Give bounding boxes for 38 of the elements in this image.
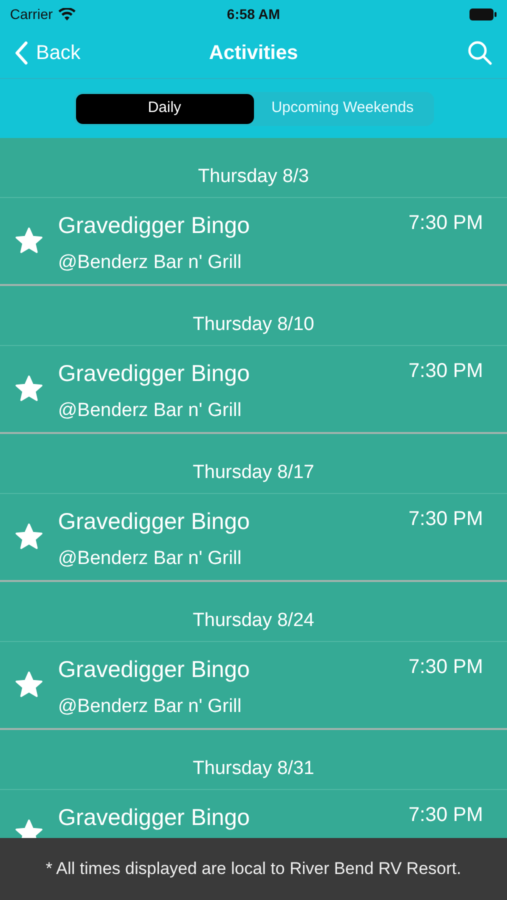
activity-venue: @Benderz Bar n' Grill [58, 546, 242, 570]
date-header: Thursday 8/24 [192, 608, 314, 632]
activity-time: 7:30 PM [408, 803, 483, 828]
activity-time: 7:30 PM [408, 359, 483, 384]
date-header: Thursday 8/17 [192, 460, 314, 484]
activity-row[interactable]: Gravedigger Bingo @Benderz Bar n' Grill 7:30 PM [0, 642, 507, 730]
date-header: Thursday 8/10 [192, 312, 314, 336]
activity-time: 7:30 PM [408, 211, 483, 236]
activity-row[interactable]: Gravedigger Bingo @Benderz Bar n' Grill 7:30 PM [0, 494, 507, 582]
segment-tab[interactable]: Daily [76, 94, 254, 124]
activity-title: Gravedigger Bingo [58, 507, 251, 536]
clock-time: 6:58 AM [226, 4, 280, 24]
date-header: Thursday 8/3 [198, 164, 309, 188]
activity-row[interactable]: Gravedigger Bingo @Benderz Bar n' Grill 7:30 PM [0, 198, 507, 286]
timezone-note: * All times displayed are local to River Bend RV Resort. [46, 858, 462, 880]
activity-title: Gravedigger Bingo [58, 803, 251, 832]
screen-title: Activities [209, 41, 298, 66]
date-header: Thursday 8/31 [192, 756, 314, 780]
star-icon[interactable] [14, 226, 44, 256]
activity-venue: @Benderz Bar n' Grill [58, 398, 242, 422]
carrier-label: Carrier [10, 4, 53, 24]
activity-row[interactable]: Gravedigger Bingo @Benderz Bar n' Grill 7:30 PM [0, 346, 507, 434]
segment-tab[interactable]: Upcoming Weekends [254, 94, 432, 124]
activity-time: 7:30 PM [408, 507, 483, 532]
activity-title: Gravedigger Bingo [58, 359, 251, 388]
search-icon[interactable] [467, 40, 493, 66]
activity-title: Gravedigger Bingo [58, 655, 251, 684]
star-icon[interactable] [14, 670, 44, 700]
activity-title: Gravedigger Bingo [58, 211, 251, 240]
star-icon[interactable] [14, 522, 44, 552]
activity-venue: @Benderz Bar n' Grill [58, 250, 242, 274]
back-button[interactable]: Back [14, 38, 80, 68]
activity-venue: @Benderz Bar n' Grill [58, 694, 242, 718]
activity-time: 7:30 PM [408, 655, 483, 680]
chevron-left-icon [14, 41, 28, 65]
wifi-icon [58, 8, 76, 20]
battery-icon [469, 8, 497, 20]
star-icon[interactable] [14, 374, 44, 404]
